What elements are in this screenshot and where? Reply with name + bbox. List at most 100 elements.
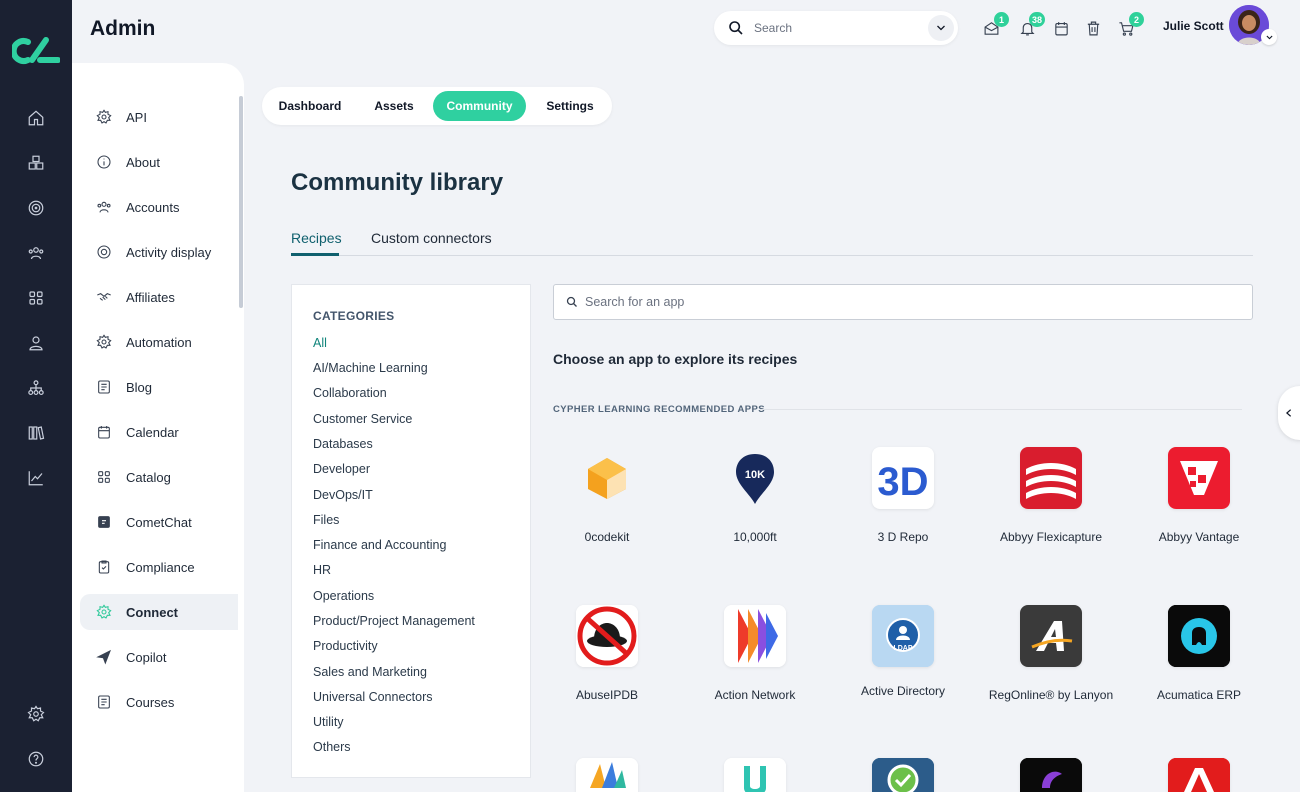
tab-settings[interactable]: Settings [534, 91, 606, 121]
app-name: 0codekit [584, 530, 630, 544]
category-item[interactable]: Collaboration [313, 386, 387, 400]
category-item[interactable]: Developer [313, 462, 370, 476]
calendar-icon [1054, 21, 1068, 35]
category-item[interactable]: HR [313, 563, 331, 577]
app-name: Acumatica ERP [1156, 688, 1242, 702]
search-scope-dropdown[interactable] [928, 15, 954, 41]
category-item[interactable]: Customer Service [313, 412, 412, 426]
notifications-badge: 38 [1028, 12, 1045, 27]
category-item[interactable]: Operations [313, 589, 374, 603]
svg-text:LDAP: LDAP [893, 645, 912, 652]
sidebar-item-label: Copilot [126, 649, 167, 665]
app-logo: 10K [724, 447, 786, 509]
sidebar-item-label: Catalog [126, 469, 171, 485]
sidebar-item-calendar[interactable]: Calendar [80, 414, 238, 450]
subtab-recipes[interactable]: Recipes [291, 230, 342, 246]
sidebar-scrollbar[interactable] [239, 96, 243, 308]
app-name: Active Directory [860, 684, 946, 698]
sidebar-item-cometchat[interactable]: CometChat [80, 504, 238, 540]
category-item[interactable]: AI/Machine Learning [313, 361, 428, 375]
sidebar-item-about[interactable]: About [80, 144, 238, 180]
messages-button[interactable]: 1 [981, 12, 1009, 38]
document-icon [94, 692, 114, 712]
category-item[interactable]: Finance and Accounting [313, 538, 446, 552]
tab-community[interactable]: Community [433, 91, 526, 121]
sidebar-item-catalog[interactable]: Catalog [80, 459, 238, 495]
sidebar-item-accounts[interactable]: Accounts [80, 189, 238, 225]
sidebar-item-compliance[interactable]: Compliance [80, 549, 238, 585]
app-name: 10,000ft [733, 530, 777, 544]
users-icon[interactable] [24, 241, 48, 265]
categories-heading: CATEGORIES [313, 309, 395, 323]
sidebar-item-courses[interactable]: Courses [80, 684, 238, 720]
app-logo [1020, 758, 1082, 792]
app-rail [0, 0, 72, 792]
notifications-button[interactable]: 38 [1017, 12, 1045, 38]
trash-button[interactable] [1083, 18, 1103, 38]
sidebar-item-connect[interactable]: Connect [80, 594, 238, 630]
svg-text:10K: 10K [745, 469, 765, 481]
category-item[interactable]: Others [313, 740, 351, 754]
cart-badge: 2 [1129, 12, 1144, 27]
search-placeholder[interactable]: Search [754, 21, 928, 35]
chart-icon[interactable] [24, 466, 48, 490]
gear-icon [94, 602, 114, 622]
sidebar-item-affiliates[interactable]: Affiliates [80, 279, 238, 315]
sidebar-item-label: Automation [126, 334, 192, 350]
app-logo [1168, 758, 1230, 792]
category-item[interactable]: Product/Project Management [313, 614, 475, 628]
sidebar-item-blog[interactable]: Blog [80, 369, 238, 405]
target-icon [94, 242, 114, 262]
target-icon[interactable] [24, 196, 48, 220]
calendar-button[interactable] [1051, 18, 1071, 38]
category-item[interactable]: Sales and Marketing [313, 665, 427, 679]
cart-button[interactable]: 2 [1116, 12, 1144, 38]
page-title: Community library [291, 169, 504, 196]
global-search[interactable]: Search [714, 11, 958, 45]
tab-dashboard[interactable]: Dashboard [270, 91, 350, 121]
app-name: 3 D Repo [877, 530, 929, 544]
user-name[interactable]: Julie Scott [1163, 19, 1224, 33]
app-search-placeholder[interactable]: Search for an app [585, 295, 684, 309]
cubes-icon[interactable] [24, 151, 48, 175]
app-name: AbuseIPDB [575, 688, 639, 702]
panel-toggle[interactable] [1278, 386, 1300, 440]
sidebar-item-automation[interactable]: Automation [80, 324, 238, 360]
sidebar-item-api[interactable]: API [80, 99, 238, 135]
category-item[interactable]: DevOps/IT [313, 488, 373, 502]
category-all[interactable]: All [313, 336, 327, 350]
home-icon[interactable] [24, 106, 48, 130]
brand-logo[interactable] [12, 30, 60, 70]
calendar-icon [94, 422, 114, 442]
app-name: Action Network [714, 688, 796, 702]
settings-icon[interactable] [24, 702, 48, 726]
category-item[interactable]: Universal Connectors [313, 690, 433, 704]
sidebar-item-label: Connect [126, 604, 178, 620]
choose-app-heading: Choose an app to explore its recipes [553, 351, 798, 367]
sidebar-item-activity-display[interactable]: Activity display [80, 234, 238, 270]
messages-badge: 1 [994, 12, 1009, 27]
tab-assets[interactable]: Assets [359, 91, 429, 121]
hierarchy-icon[interactable] [24, 376, 48, 400]
sidebar-item-label: Courses [126, 694, 175, 710]
help-icon[interactable] [24, 747, 48, 771]
library-icon[interactable] [24, 421, 48, 445]
grid-icon[interactable] [24, 286, 48, 310]
category-item[interactable]: Files [313, 513, 339, 527]
category-item[interactable]: Productivity [313, 639, 378, 653]
user-icon[interactable] [24, 331, 48, 355]
subtab-custom-connectors[interactable]: Custom connectors [371, 230, 492, 246]
user-menu-toggle[interactable] [1261, 29, 1277, 45]
section-tabs: Dashboard Assets Community Settings [262, 87, 612, 125]
app-logo [1168, 605, 1230, 667]
recommended-divider [760, 409, 1242, 410]
search-icon [566, 296, 577, 307]
category-item[interactable]: Databases [313, 437, 373, 451]
category-item[interactable]: Utility [313, 715, 344, 729]
sidebar-item-copilot[interactable]: Copilot [80, 639, 238, 675]
app-search-input[interactable]: Search for an app [553, 284, 1253, 320]
chevron-down-icon [1265, 35, 1273, 39]
users-icon [94, 197, 114, 217]
sidebar-item-label: Activity display [126, 244, 212, 260]
sidebar-item-label: Calendar [126, 424, 179, 440]
